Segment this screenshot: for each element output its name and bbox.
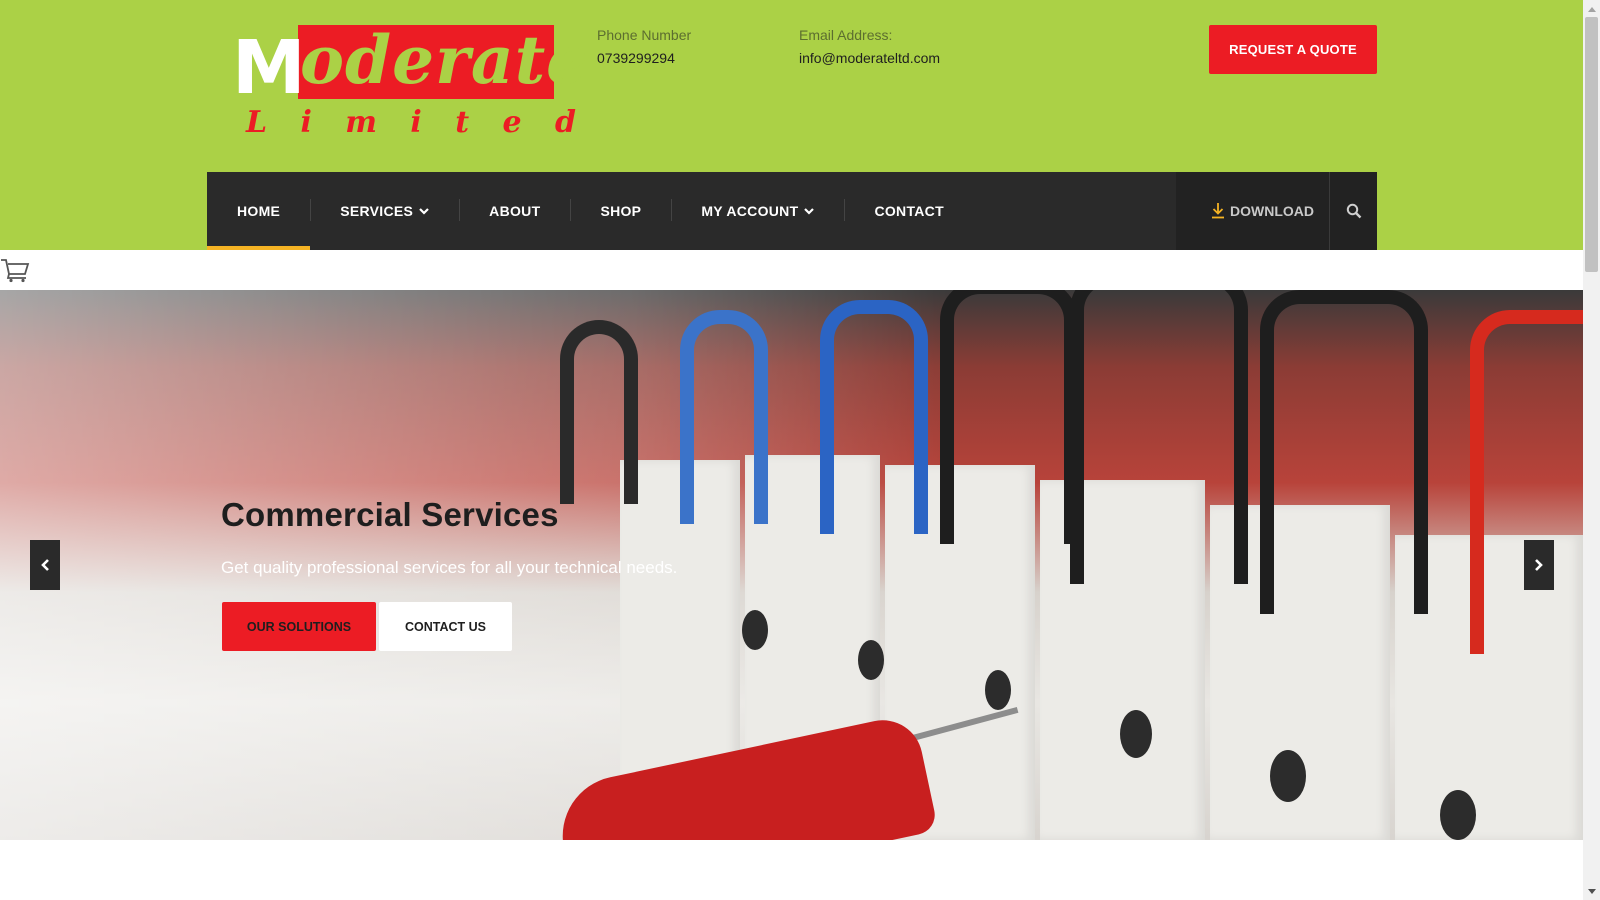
logo-wordmark: oderate [300, 21, 590, 99]
hero-slider: Commercial Services Get quality professi… [0, 290, 1583, 840]
phone-number[interactable]: 0739299294 [597, 49, 691, 67]
breaker-hole [858, 640, 884, 680]
chevron-right-icon [1535, 559, 1543, 571]
logo-sub-letter: d [554, 105, 576, 140]
nav-item-label: CONTACT [874, 203, 944, 219]
scrollbar-thumb[interactable] [1585, 17, 1598, 272]
hero-subtitle: Get quality professional services for al… [221, 558, 678, 577]
logo-sub-letter: t [455, 105, 470, 140]
nav-item-label: HOME [237, 203, 281, 219]
nav-item-label: ABOUT [489, 203, 541, 219]
cart-icon[interactable] [0, 257, 30, 283]
email-label: Email Address: [799, 27, 893, 43]
nav-item-label: SERVICES [340, 203, 414, 219]
email-info: Email Address: info@moderateltd.com [799, 26, 940, 67]
slider-next-button[interactable] [1524, 540, 1554, 590]
logo-sub-letter: L [246, 105, 268, 140]
email-address[interactable]: info@moderateltd.com [799, 49, 940, 67]
triangle-down-icon [1587, 888, 1596, 894]
hero-title: Commercial Services [221, 496, 559, 533]
main-nav: HOME SERVICES ABOUT SHOP MY ACCOUNT CONT… [207, 172, 1377, 250]
search-button[interactable] [1330, 172, 1377, 250]
logo-sub-letter: i [300, 105, 312, 140]
logo-sub-letter: e [502, 105, 522, 140]
our-solutions-button[interactable]: OUR SOLUTIONS [222, 602, 376, 651]
page-scrollbar[interactable] [1583, 0, 1600, 900]
logo-initial: M [232, 25, 306, 111]
breaker-hole [742, 610, 768, 650]
wire-black [1070, 290, 1248, 584]
nav-item-contact[interactable]: CONTACT [844, 172, 974, 250]
logo-sub-letter: i [410, 105, 422, 140]
contact-us-button[interactable]: CONTACT US [379, 602, 512, 651]
download-icon [1212, 203, 1224, 219]
site-logo[interactable]: M oderate L i m i t e d [232, 21, 588, 140]
logo-sub-letter: m [345, 105, 378, 140]
request-quote-button[interactable]: REQUEST A QUOTE [1209, 25, 1377, 74]
scroll-down-arrow[interactable] [1583, 883, 1600, 900]
nav-item-home[interactable]: HOME [207, 172, 311, 250]
wire-black [940, 290, 1078, 544]
logo-subtitle: L i m i t e d [246, 106, 576, 140]
wire-red [1470, 310, 1583, 654]
wire-black [560, 320, 638, 504]
triangle-up-icon [1587, 6, 1596, 12]
breaker-hole [1270, 750, 1306, 802]
scroll-up-arrow[interactable] [1583, 0, 1600, 17]
breaker-hole [985, 670, 1011, 710]
download-button[interactable]: DOWNLOAD [1176, 172, 1330, 250]
slider-prev-button[interactable] [30, 540, 60, 590]
nav-item-label: SHOP [600, 203, 642, 219]
nav-item-my-account[interactable]: MY ACCOUNT [671, 172, 844, 250]
nav-item-shop[interactable]: SHOP [570, 172, 671, 250]
phone-info: Phone Number 0739299294 [597, 26, 691, 67]
chevron-left-icon [41, 559, 49, 571]
header: M oderate L i m i t e d Phone Number 073… [0, 0, 1583, 250]
nav-item-about[interactable]: ABOUT [459, 172, 570, 250]
breaker-hole [1440, 790, 1476, 840]
download-label: DOWNLOAD [1230, 203, 1314, 219]
chevron-down-icon [419, 208, 429, 215]
nav-item-label: MY ACCOUNT [701, 203, 799, 219]
chevron-down-icon [804, 208, 815, 215]
search-icon [1346, 203, 1361, 219]
breaker-hole [1120, 710, 1152, 758]
wire-blue [680, 310, 768, 524]
nav-item-services[interactable]: SERVICES [310, 172, 459, 250]
wire-blue [820, 300, 928, 534]
phone-label: Phone Number [597, 27, 692, 43]
wire-black [1260, 290, 1428, 614]
